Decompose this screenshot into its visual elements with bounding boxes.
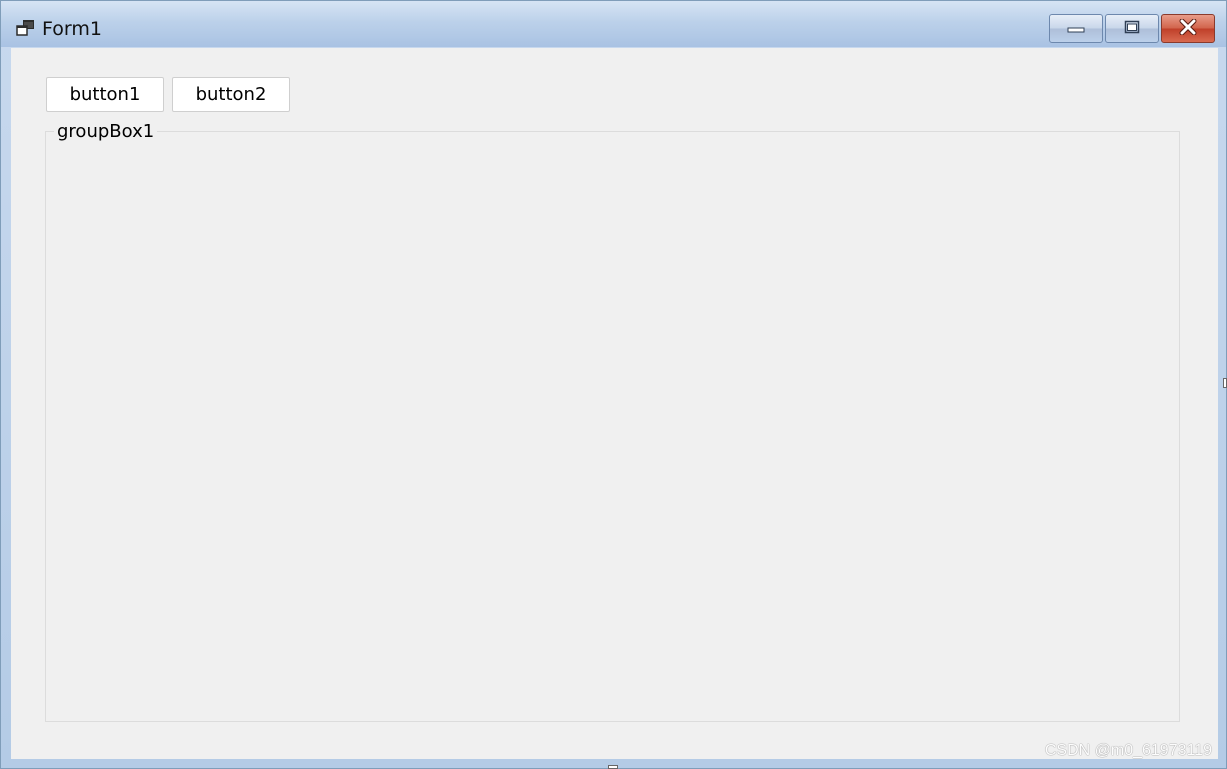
- form-window: Form1 button1 button2 groupBox1 CSDN @m0…: [0, 0, 1227, 769]
- title-bar[interactable]: Form1: [1, 1, 1226, 47]
- window-title: Form1: [42, 18, 102, 40]
- resize-handle-bottom[interactable]: [608, 765, 618, 769]
- groupbox-label: groupBox1: [54, 121, 158, 143]
- close-button[interactable]: [1161, 14, 1215, 43]
- maximize-icon: [1124, 19, 1140, 38]
- groupbox1: groupBox1: [45, 121, 1180, 722]
- windows-form-icon[interactable]: [16, 19, 36, 37]
- watermark: CSDN @m0_61973119: [1044, 742, 1212, 759]
- form-client-area: button1 button2 groupBox1: [11, 48, 1218, 759]
- minimize-icon: [1067, 19, 1085, 38]
- button2[interactable]: button2: [172, 77, 290, 112]
- close-icon: [1179, 18, 1197, 39]
- resize-handle-right[interactable]: [1223, 378, 1227, 388]
- minimize-button[interactable]: [1049, 14, 1103, 43]
- maximize-button[interactable]: [1105, 14, 1159, 43]
- button1[interactable]: button1: [46, 77, 164, 112]
